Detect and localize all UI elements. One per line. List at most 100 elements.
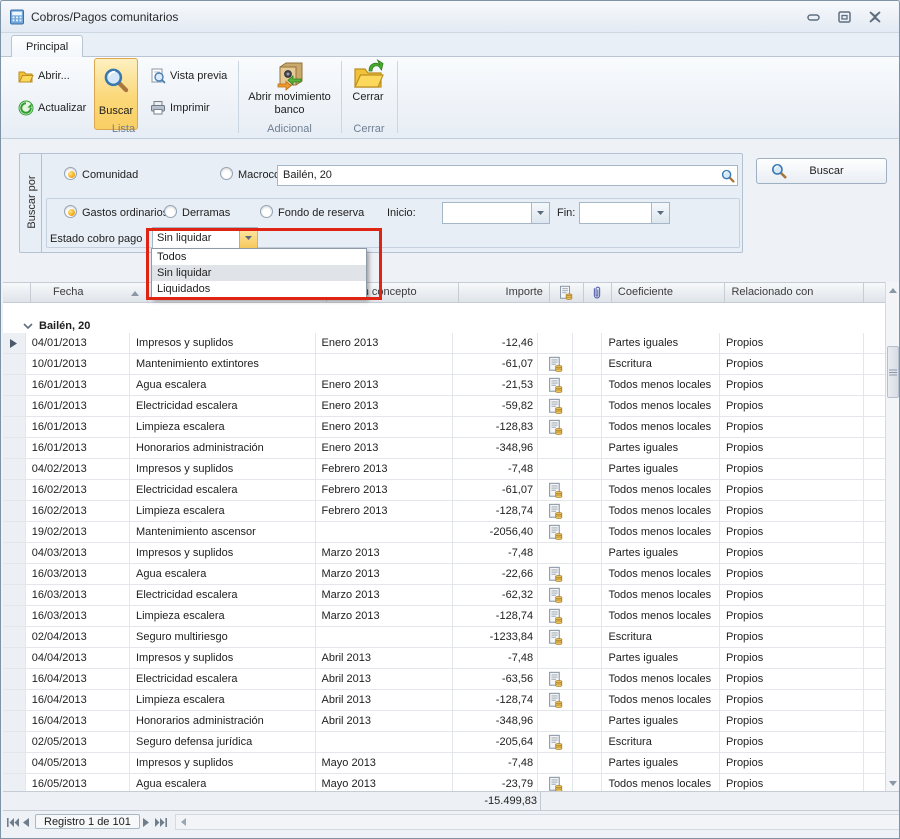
radio-comunidad[interactable]	[64, 167, 77, 180]
print-button[interactable]: Imprimir	[147, 97, 213, 119]
row-indicator-cell	[3, 564, 26, 585]
search-ribbon-button[interactable]: Buscar	[94, 58, 138, 130]
group-row[interactable]: Bailén, 20	[3, 319, 885, 333]
search-button[interactable]: Buscar	[756, 158, 887, 184]
cell-attachment	[573, 417, 602, 438]
receipt-icon	[548, 419, 563, 435]
tab-principal-label: Principal	[26, 41, 68, 53]
cell-attachment	[573, 438, 602, 459]
row-indicator-cell	[3, 606, 26, 627]
row-indicator-cell	[3, 543, 26, 564]
minimize-icon[interactable]	[806, 10, 824, 24]
table-row[interactable]: 04/03/2013Impresos y suplidosMarzo 2013-…	[3, 543, 885, 564]
table-row[interactable]: 16/03/2013Agua escaleraMarzo 2013-22,66T…	[3, 564, 885, 585]
horizontal-scrollbar[interactable]	[175, 814, 900, 830]
table-row[interactable]: 16/05/2013Agua escaleraMayo 2013-23,79To…	[3, 774, 885, 791]
column-header-relacionado-con[interactable]: Relacionado con	[725, 283, 864, 302]
row-indicator-cell	[3, 732, 26, 753]
cell-filler	[864, 774, 885, 791]
table-row[interactable]: 16/02/2013Limpieza escaleraFebrero 2013-…	[3, 501, 885, 522]
receipt-icon	[548, 503, 563, 519]
close-ribbon-button[interactable]: Cerrar	[345, 59, 391, 123]
cell-filler	[864, 732, 885, 753]
radio-fondo-reserva[interactable]	[260, 205, 273, 218]
first-record-icon[interactable]	[7, 818, 19, 827]
scroll-up-icon[interactable]	[886, 282, 899, 298]
vertical-scrollbar[interactable]	[885, 282, 899, 791]
receipt-icon	[548, 524, 563, 540]
table-row[interactable]: 16/04/2013Honorarios administraciónAbril…	[3, 711, 885, 732]
maximize-icon[interactable]	[837, 10, 855, 24]
tab-principal[interactable]: Principal	[11, 35, 83, 57]
table-row[interactable]: 02/04/2013Seguro multiriesgo-1233,84Escr…	[3, 627, 885, 648]
receipt-icon[interactable]	[550, 283, 584, 302]
radio-macrocomunidad[interactable]	[220, 167, 233, 180]
radio-derramas-label: Derramas	[182, 207, 230, 219]
table-row[interactable]: 16/03/2013Limpieza escaleraMarzo 2013-12…	[3, 606, 885, 627]
cell-coeficiente: Todos menos locales	[602, 501, 720, 522]
table-row[interactable]: 16/01/2013Limpieza escaleraEnero 2013-12…	[3, 417, 885, 438]
column-header-importe[interactable]: Importe	[459, 283, 549, 302]
cell-coeficiente: Partes iguales	[602, 333, 720, 354]
cell-concepto: Agua escalera	[130, 564, 316, 585]
table-row[interactable]: 19/02/2013Mantenimiento ascensor-2056,40…	[3, 522, 885, 543]
chevron-down-icon[interactable]	[531, 203, 549, 223]
magnifier-icon[interactable]	[721, 169, 735, 183]
row-indicator-cell	[3, 480, 26, 501]
printer-icon	[150, 100, 166, 116]
table-row[interactable]: 04/05/2013Impresos y suplidosMayo 2013-7…	[3, 753, 885, 774]
open-button[interactable]: Abrir...	[15, 65, 73, 87]
receipt-icon	[548, 629, 563, 645]
table-row[interactable]: 02/05/2013Seguro defensa jurídica-205,64…	[3, 732, 885, 753]
open-bank-movement-button[interactable]: Abrir movimiento banco	[244, 59, 335, 123]
cell-coeficiente: Partes iguales	[602, 543, 720, 564]
inicio-value	[443, 203, 531, 223]
table-row[interactable]: 16/03/2013Electricidad escaleraMarzo 201…	[3, 585, 885, 606]
cell-attachment	[573, 585, 602, 606]
table-row[interactable]: 10/01/2013Mantenimiento extintores-61,07…	[3, 354, 885, 375]
scrollbar-thumb[interactable]	[887, 346, 899, 398]
search-ribbon-button-label: Buscar	[99, 105, 133, 118]
cell-importe: -128,74	[453, 501, 538, 522]
radio-derramas[interactable]	[164, 205, 177, 218]
table-row[interactable]: 04/01/2013Impresos y suplidosEnero 2013-…	[3, 333, 885, 354]
group-label-lista: Lista	[9, 123, 238, 137]
refresh-button-label: Actualizar	[38, 102, 86, 114]
table-row[interactable]: 04/04/2013Impresos y suplidosAbril 2013-…	[3, 648, 885, 669]
next-record-icon[interactable]	[143, 818, 149, 827]
radio-gastos-ordinarios[interactable]	[64, 205, 77, 218]
scroll-down-icon[interactable]	[886, 775, 899, 791]
close-icon[interactable]	[867, 10, 885, 24]
cell-fecha: 16/01/2013	[26, 417, 130, 438]
cell-mes: Marzo 2013	[316, 543, 453, 564]
cell-fecha: 19/02/2013	[26, 522, 130, 543]
inicio-dropdown[interactable]	[442, 202, 550, 224]
community-search-input[interactable]: Bailén, 20	[277, 165, 738, 186]
row-indicator-cell	[3, 669, 26, 690]
preview-button[interactable]: Vista previa	[147, 65, 230, 87]
cell-attachment	[573, 669, 602, 690]
table-row[interactable]: 16/02/2013Electricidad escaleraFebrero 2…	[3, 480, 885, 501]
cell-mes: Enero 2013	[316, 396, 453, 417]
fin-dropdown[interactable]	[579, 202, 670, 224]
table-row[interactable]: 16/04/2013Limpieza escaleraAbril 2013-12…	[3, 690, 885, 711]
cell-mes: Enero 2013	[316, 375, 453, 396]
cell-importe: -128,83	[453, 417, 538, 438]
chevron-down-icon[interactable]	[23, 323, 33, 329]
chevron-down-icon[interactable]	[651, 203, 669, 223]
table-row[interactable]: 16/04/2013Electricidad escaleraAbril 201…	[3, 669, 885, 690]
table-row[interactable]: 04/02/2013Impresos y suplidosFebrero 201…	[3, 459, 885, 480]
previous-record-icon[interactable]	[23, 818, 29, 827]
cell-receipt	[538, 648, 573, 669]
cell-relacionado: Propios	[720, 774, 864, 791]
paperclip-icon[interactable]	[584, 283, 612, 302]
last-record-icon[interactable]	[155, 818, 167, 827]
table-row[interactable]: 16/01/2013Agua escaleraEnero 2013-21,53T…	[3, 375, 885, 396]
column-header-fecha[interactable]: Fecha	[31, 283, 148, 302]
column-header-coeficiente[interactable]: Coeficiente	[612, 283, 726, 302]
refresh-button[interactable]: Actualizar	[15, 97, 89, 119]
magnifier-icon	[103, 67, 129, 93]
table-row[interactable]: 16/01/2013Honorarios administraciónEnero…	[3, 438, 885, 459]
scroll-left-icon[interactable]	[176, 815, 191, 829]
table-row[interactable]: 16/01/2013Electricidad escaleraEnero 201…	[3, 396, 885, 417]
